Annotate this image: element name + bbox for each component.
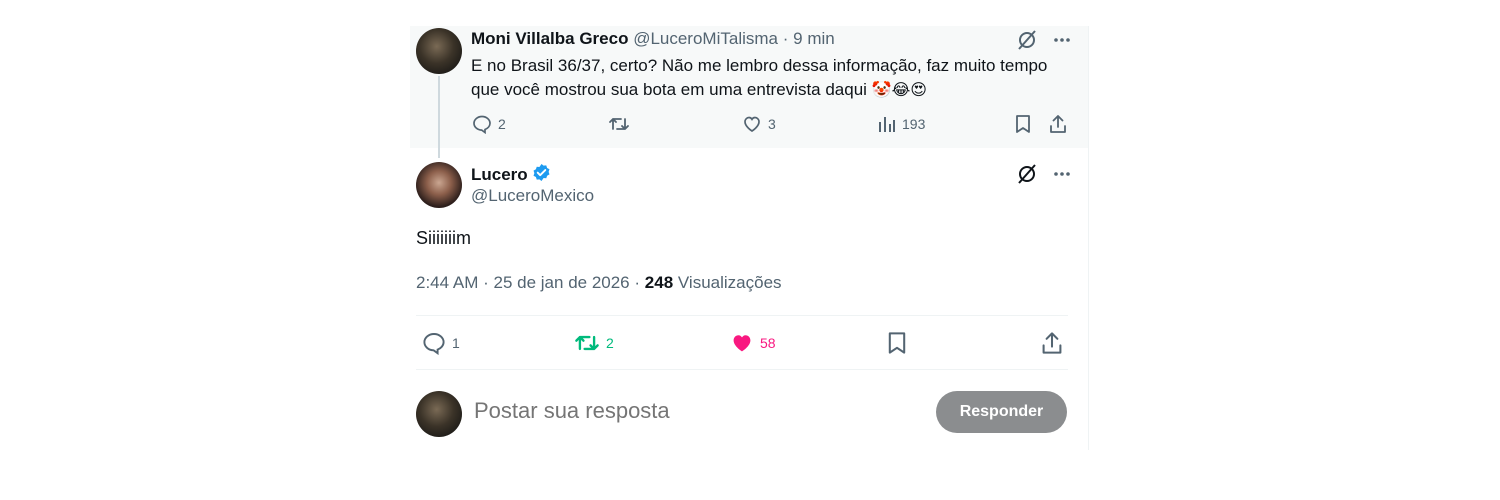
more-icon[interactable]	[1052, 164, 1072, 189]
separator: ·	[782, 29, 789, 48]
bookmark-icon	[1014, 114, 1032, 134]
parent-tweet-top-icons	[1016, 29, 1072, 56]
author-name[interactable]: Moni Villalba Greco	[471, 29, 628, 48]
reply-button[interactable]: Responder	[936, 391, 1067, 433]
parent-tweet[interactable]: Moni Villalba Greco @LuceroMiTalisma · 9…	[410, 26, 1088, 158]
reply-action[interactable]: 2	[472, 114, 506, 134]
parent-tweet-header: Moni Villalba Greco @LuceroMiTalisma · 9…	[471, 29, 835, 49]
grok-icon[interactable]	[1016, 29, 1038, 56]
author-name-label: Lucero	[471, 165, 528, 184]
bookmark-action[interactable]	[886, 331, 908, 355]
like-count: 3	[768, 116, 776, 132]
like-icon	[730, 331, 754, 355]
reply-action[interactable]: 1	[422, 331, 460, 355]
separator: ·	[634, 273, 641, 292]
tweet-time[interactable]: 2:44 AM	[416, 273, 478, 292]
tweet-emojis: 🤡😂😍	[871, 82, 927, 99]
verified-badge-icon[interactable]	[532, 163, 551, 187]
views-label: Visualizações	[677, 273, 782, 292]
reply-count: 1	[452, 335, 460, 351]
main-avatar[interactable]	[416, 162, 462, 208]
conversation-column: Moni Villalba Greco @LuceroMiTalisma · 9…	[410, 26, 1089, 450]
retweet-icon	[608, 114, 630, 134]
bookmark-action[interactable]	[1014, 114, 1032, 134]
like-action[interactable]: 3	[742, 114, 776, 134]
separator: ·	[483, 273, 489, 292]
parent-tweet-text: E no Brasil 36/37, certo? Não me lembro …	[471, 54, 1071, 103]
reply-input[interactable]	[474, 398, 914, 424]
tweet-time[interactable]: 9 min	[793, 29, 835, 48]
reply-icon	[472, 114, 492, 134]
views-count: 248	[644, 273, 674, 292]
views-action[interactable]: 193	[878, 114, 925, 134]
main-author-handle[interactable]: @LuceroMexico	[471, 186, 594, 206]
grok-icon[interactable]	[1016, 163, 1038, 190]
share-action[interactable]	[1048, 114, 1068, 134]
share-action[interactable]	[1040, 331, 1064, 355]
retweet-icon	[574, 331, 600, 355]
reply-count: 2	[498, 116, 506, 132]
tweet-text: E no Brasil 36/37, certo? Não me lembro …	[471, 56, 1048, 99]
share-icon	[1040, 331, 1064, 355]
tweet-date[interactable]: 25 de jan de 2026	[494, 273, 630, 292]
divider	[416, 315, 1068, 316]
share-icon	[1048, 114, 1068, 134]
thread-connector-line	[438, 76, 440, 158]
retweet-action[interactable]: 2	[574, 331, 614, 355]
main-tweet-text: Siiiiiiim	[416, 228, 471, 248]
bookmark-icon	[886, 331, 908, 355]
like-icon	[742, 114, 762, 134]
divider	[416, 369, 1068, 370]
main-tweet-top-icons	[1016, 163, 1072, 190]
retweet-action[interactable]	[608, 114, 630, 134]
author-handle[interactable]: @LuceroMiTalisma	[633, 29, 778, 48]
reply-icon	[422, 331, 446, 355]
views-icon	[878, 114, 896, 134]
composer-avatar[interactable]	[416, 391, 462, 437]
avatar[interactable]	[416, 28, 462, 74]
views-count: 193	[902, 116, 926, 132]
more-icon[interactable]	[1052, 30, 1072, 55]
main-author-name[interactable]: Lucero	[471, 163, 551, 187]
like-count: 58	[760, 335, 776, 351]
retweet-count: 2	[606, 335, 614, 351]
like-action[interactable]: 58	[730, 331, 776, 355]
tweet-metadata: 2:44 AM · 25 de jan de 2026 · 248 Visual…	[416, 273, 782, 293]
